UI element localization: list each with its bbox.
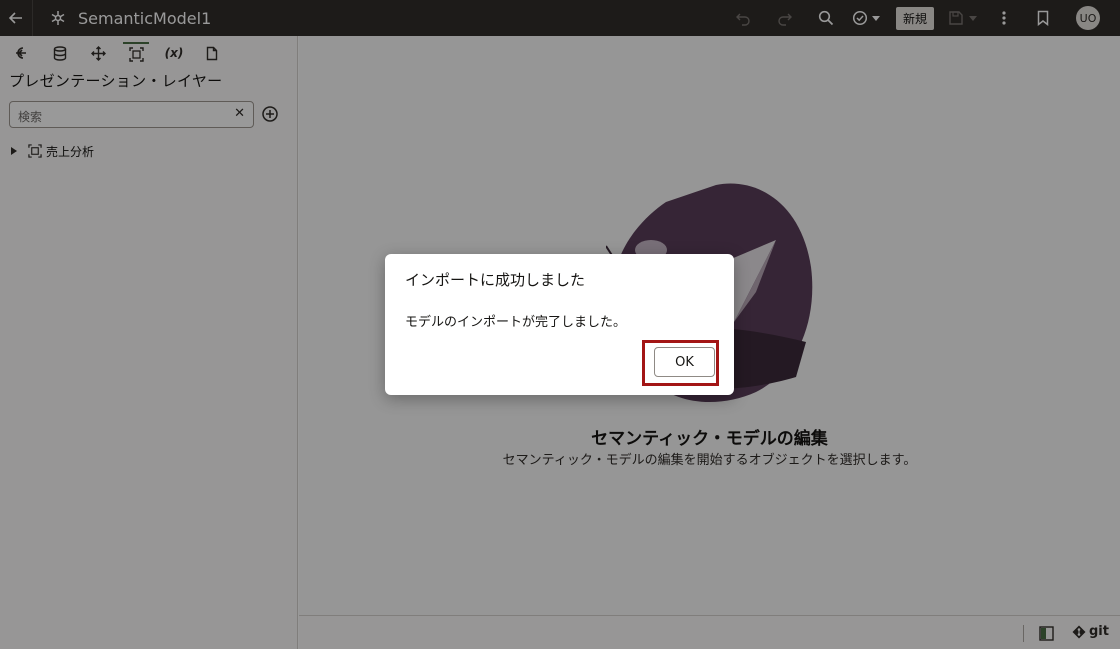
- dialog-title: インポートに成功しました: [405, 271, 586, 289]
- import-success-dialog: インポートに成功しました モデルのインポートが完了しました。 OK: [385, 254, 734, 395]
- ok-button[interactable]: OK: [654, 347, 715, 377]
- dialog-message: モデルのインポートが完了しました。: [405, 315, 627, 330]
